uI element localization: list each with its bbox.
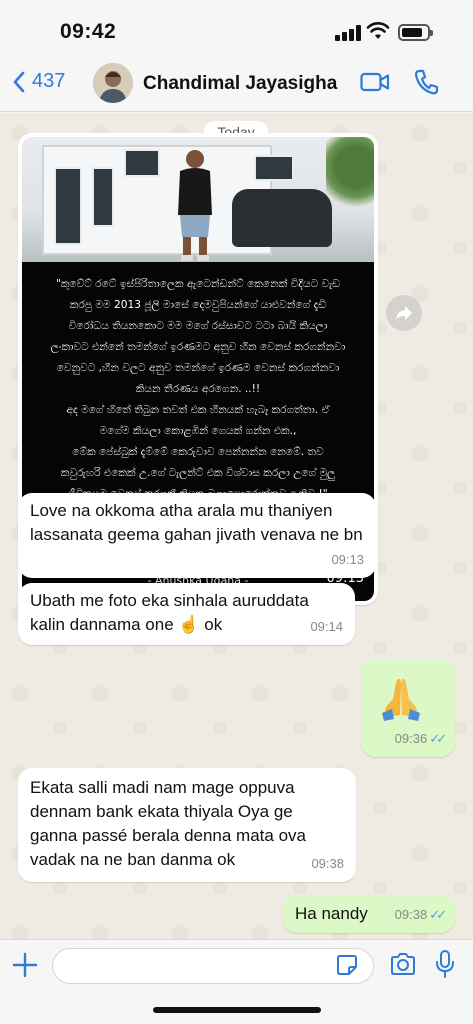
avatar-photo bbox=[93, 63, 133, 103]
message-time: 09:14 bbox=[310, 619, 343, 634]
window-shape bbox=[54, 167, 82, 245]
read-receipt-icon: ✓✓ bbox=[429, 731, 447, 746]
message-input[interactable] bbox=[52, 948, 374, 984]
contact-name[interactable]: Chandimal Jayasigha bbox=[143, 73, 337, 95]
quote-line: කවුරුහරි එකෙක් උ.ගේ ටැලන්ට් එක විශ්වාස ක… bbox=[60, 467, 336, 479]
plus-icon[interactable] bbox=[12, 952, 38, 978]
avatar[interactable] bbox=[93, 63, 133, 103]
chat-header: 437 Chandimal Jayasigha bbox=[0, 62, 473, 112]
car-image bbox=[232, 189, 332, 247]
window-shape bbox=[92, 167, 114, 227]
quote-line: ලංකාවට එන්නේ තමන්ගේ ඉරණමට අනුව හීන වෙනස්… bbox=[50, 341, 346, 353]
forward-button[interactable] bbox=[386, 295, 422, 331]
cellular-signal-icon bbox=[335, 25, 361, 41]
message-photo[interactable] bbox=[22, 137, 374, 262]
quote-line: මගේම කියලා කොළඹින් ගෙයක් ගන්න එක., bbox=[99, 425, 297, 437]
unread-count: 437 bbox=[32, 70, 66, 92]
person-image bbox=[178, 150, 212, 261]
message-text: Love na okkoma atha arala mu thaniyen la… bbox=[30, 501, 363, 544]
folded-hands-emoji bbox=[382, 678, 420, 721]
quote-line: අද මගේ හිතේ තිබුන තවත් එක හීනයක් හැබෑ කර… bbox=[66, 404, 330, 416]
quote-line: කරපු මම 2013 ජූලි මාසේ දෙමවුපියන්ගේ යාළු… bbox=[69, 299, 327, 311]
quote-line: මේක පේස්බුක් දැම්මේ කෙරුවාව පෙන්නන්න නෙම… bbox=[72, 446, 324, 458]
sticker-icon[interactable] bbox=[336, 954, 358, 976]
back-button[interactable]: 437 bbox=[12, 70, 65, 93]
message-text: Ekata salli madi nam mage oppuva dennam … bbox=[30, 778, 306, 869]
wifi-icon bbox=[366, 22, 390, 39]
microphone-icon[interactable] bbox=[435, 949, 455, 979]
chevron-left-icon bbox=[13, 71, 25, 92]
message-time: 09:36 bbox=[394, 731, 428, 746]
forward-icon bbox=[396, 306, 412, 320]
incoming-message[interactable]: Ubath me foto eka sinhala auruddata kali… bbox=[18, 583, 355, 645]
incoming-message[interactable]: Love na okkoma atha arala mu thaniyen la… bbox=[18, 493, 376, 578]
message-time: 09:38 bbox=[394, 907, 428, 922]
tree-image bbox=[326, 137, 374, 217]
message-text: Ha nandy bbox=[295, 904, 368, 923]
message-text: Ubath me foto eka sinhala auruddata kali… bbox=[30, 591, 309, 634]
outgoing-message[interactable]: 09:36 ✓✓ bbox=[361, 659, 455, 757]
quote-line: "කුවේට් රටේ ඉස්පිරිතාලෙක ඇටෙන්ඩන්ට් කෙනෙ… bbox=[55, 278, 341, 290]
message-time: 09:13 bbox=[331, 552, 364, 567]
status-time: 09:42 bbox=[60, 20, 117, 43]
camera-icon[interactable] bbox=[389, 952, 417, 976]
outgoing-message[interactable]: Ha nandy 09:38 ✓✓ bbox=[283, 895, 455, 933]
window-shape bbox=[254, 155, 294, 181]
phone-icon[interactable] bbox=[413, 68, 439, 96]
incoming-message[interactable]: Ekata salli madi nam mage oppuva dennam … bbox=[18, 768, 356, 882]
quote-line: කියන තීරණය අරගෙන. ..!! bbox=[135, 383, 261, 395]
video-camera-icon[interactable] bbox=[360, 70, 390, 94]
quote-line: වෙනුවට ,හීන වලට අනුව තමන්ගේ ඉරණම වෙනස් ක… bbox=[56, 362, 340, 374]
read-receipt-icon: ✓✓ bbox=[429, 907, 447, 922]
status-bar: 09:42 bbox=[0, 0, 473, 62]
window-shape bbox=[124, 149, 160, 177]
battery-icon bbox=[398, 24, 433, 41]
message-time: 09:38 bbox=[311, 856, 344, 871]
quote-line: විරෝධය තියනකොට මම මගේ රස්සාවට ටටා බායි ක… bbox=[68, 320, 328, 332]
chat-area[interactable]: Today "කුවේට් රටේ ඉස්පිරිතාලෙක ඇටෙන්ඩන්ට… bbox=[0, 113, 473, 939]
home-indicator bbox=[153, 1007, 321, 1013]
